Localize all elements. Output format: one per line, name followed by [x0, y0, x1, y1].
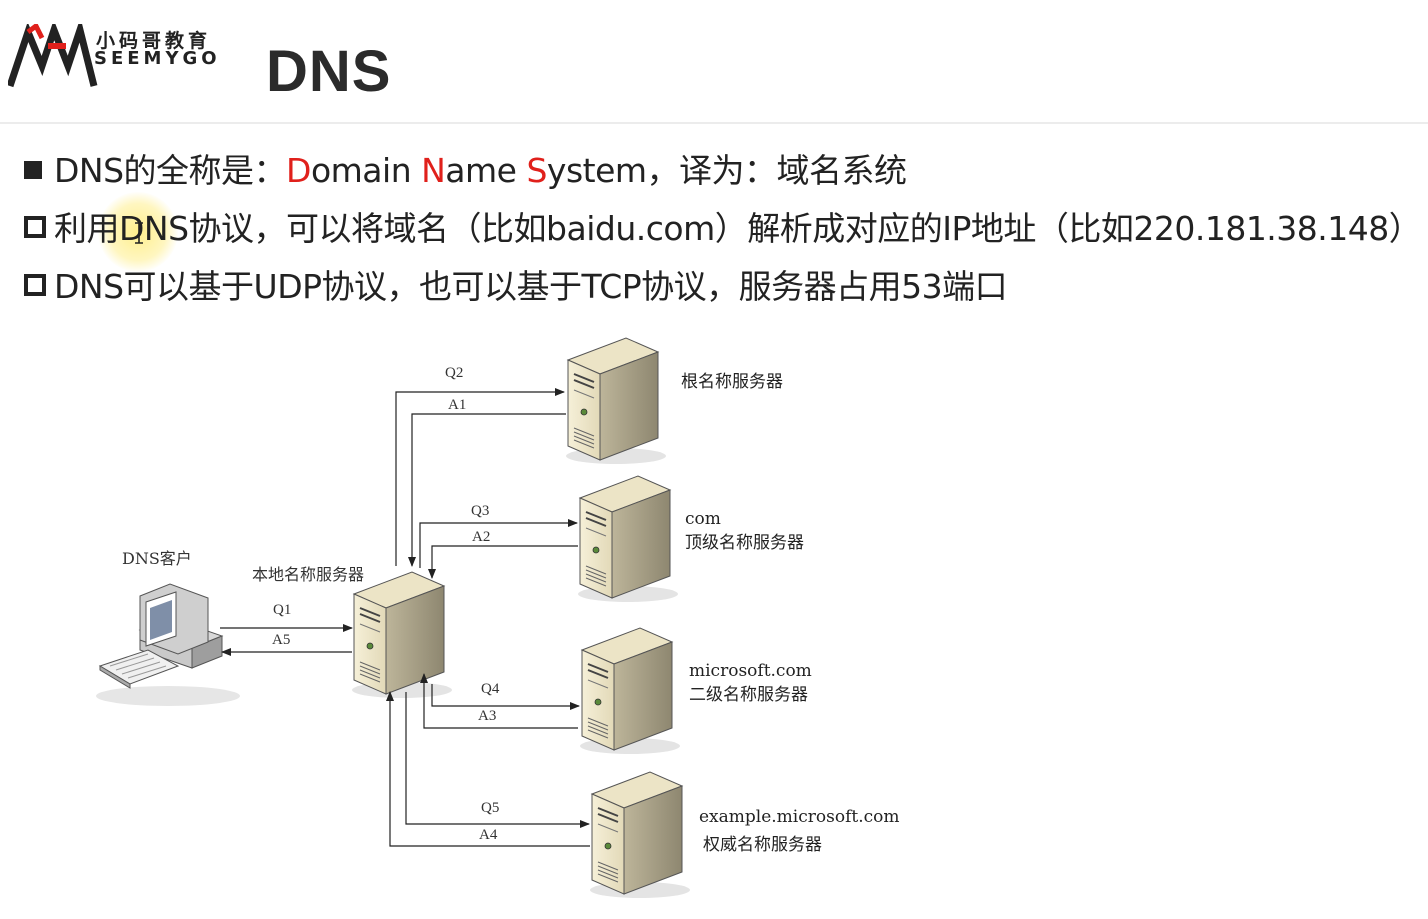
second-level-server-icon	[579, 627, 681, 755]
label-a5: A5	[272, 632, 290, 648]
authoritative-server-icon	[589, 771, 691, 899]
root-server-label: 根名称服务器	[681, 372, 783, 392]
tld-server-label: 顶级名称服务器	[685, 533, 804, 553]
client-label: DNS客户	[122, 549, 192, 568]
second-level-server-label: 二级名称服务器	[689, 685, 808, 705]
label-q4: Q4	[481, 681, 500, 697]
label-a1: A1	[448, 397, 466, 413]
root-server-icon	[565, 337, 667, 465]
dns-resolution-diagram: DNS客户 本地名称服务器 根名称服务器 com 顶级名称服务器 microso…	[96, 337, 900, 899]
arrow-a3	[420, 673, 578, 729]
authoritative-server-label: 权威名称服务器	[703, 835, 822, 855]
label-q3: Q3	[471, 503, 489, 519]
authoritative-domain-label: example.microsoft.com	[699, 807, 900, 827]
second-level-domain-label: microsoft.com	[689, 661, 812, 681]
label-a4: A4	[479, 827, 498, 843]
label-a2: A2	[472, 529, 490, 545]
tld-domain-label: com	[685, 509, 721, 529]
client-computer-icon	[96, 583, 240, 706]
label-q5: Q5	[481, 800, 499, 816]
local-server-icon	[351, 571, 453, 699]
label-q1: Q1	[273, 602, 291, 618]
label-q2: Q2	[445, 365, 463, 381]
label-a3: A3	[478, 708, 496, 724]
arrow-q4	[431, 684, 580, 710]
local-server-label: 本地名称服务器	[252, 565, 364, 584]
arrow-a2	[428, 545, 578, 579]
tld-server-icon	[577, 475, 679, 603]
